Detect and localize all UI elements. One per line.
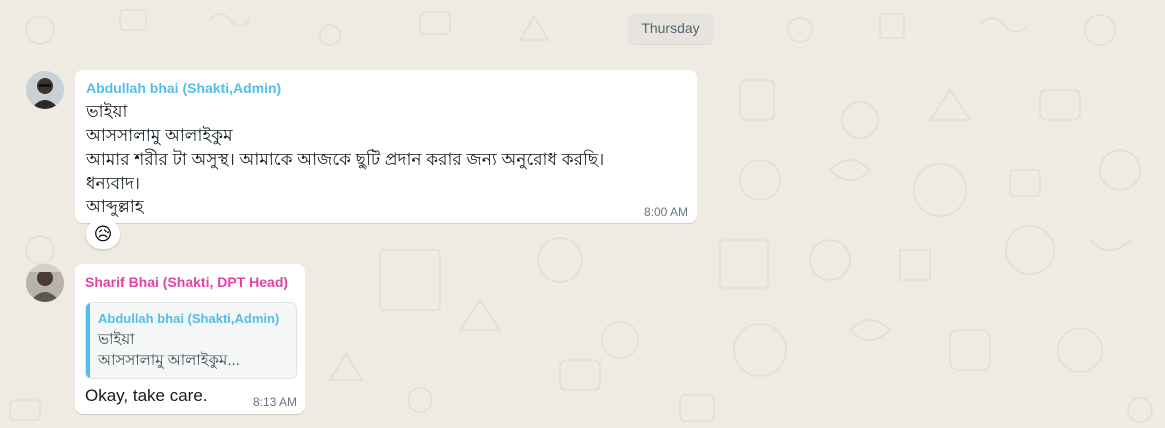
- quoted-text-line: আসসালামু আলাইকুম...: [98, 352, 240, 369]
- message-text: Okay, take care.: [85, 386, 208, 405]
- profile-photo-icon: [26, 71, 64, 109]
- avatar-abdullah[interactable]: [26, 71, 64, 109]
- quoted-message[interactable]: Abdullah bhai (Shakti,Admin) ভাইয়া আসসা…: [85, 302, 297, 379]
- profile-photo-icon: [26, 264, 64, 302]
- message-sender[interactable]: Abdullah bhai (Shakti,Admin): [86, 80, 281, 96]
- message-text-line: আমার শরীর টা অসুস্থ। আমাকে আজকে ছুটি প্র…: [86, 150, 605, 169]
- quote-accent-bar: [86, 303, 90, 378]
- message-timestamp: 8:00 AM: [644, 205, 689, 219]
- avatar-sharif[interactable]: [26, 264, 64, 302]
- reaction-emoji[interactable]: 😥: [86, 219, 120, 249]
- message-bubble-2[interactable]: Sharif Bhai (Shakti, DPT Head) Abdullah …: [75, 264, 305, 414]
- message-sender[interactable]: Sharif Bhai (Shakti, DPT Head): [85, 274, 288, 290]
- quoted-sender: Abdullah bhai (Shakti,Admin): [98, 311, 280, 326]
- date-divider: Thursday: [628, 13, 713, 44]
- message-timestamp: 8:13 AM: [253, 395, 298, 409]
- message-text-line: আব্দুল্লাহ: [86, 197, 144, 216]
- message-bubble-1[interactable]: Abdullah bhai (Shakti,Admin) ভাইয়া আসসা…: [75, 70, 697, 223]
